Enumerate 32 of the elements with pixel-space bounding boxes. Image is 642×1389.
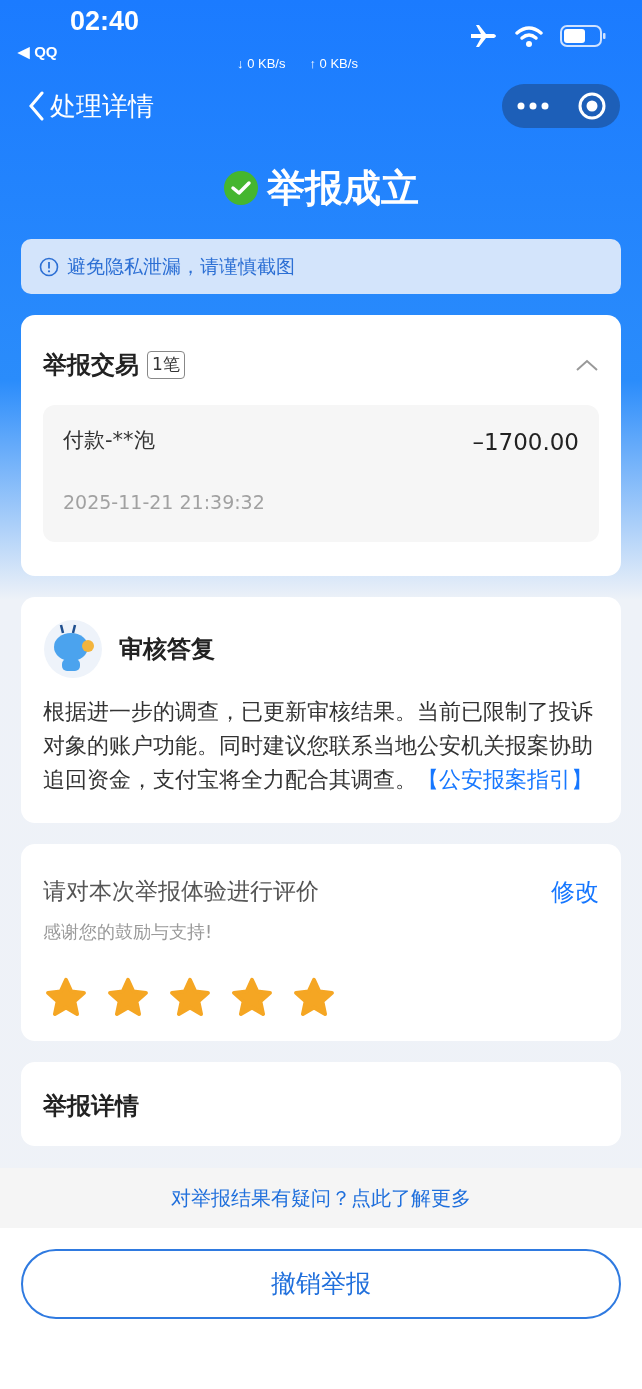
transaction-time: 2025-11-21 21:39:32 — [63, 489, 266, 515]
back-icon[interactable] — [28, 91, 44, 121]
wifi-icon — [514, 24, 544, 48]
card-title: 举报交易 — [43, 350, 139, 381]
rating-title: 请对本次举报体验进行评价 — [43, 877, 319, 906]
more-icon[interactable] — [515, 101, 550, 111]
count-tag: 1笔 — [147, 351, 185, 379]
transaction-name: 付款-**泡 — [63, 427, 155, 454]
card-title: 举报详情 — [43, 1091, 140, 1122]
status-time: 02:40 — [70, 8, 140, 35]
close-icon[interactable] — [576, 91, 607, 121]
robot-avatar-icon — [43, 619, 103, 679]
cancel-report-button[interactable]: 撤销举报 — [21, 1249, 621, 1319]
capsule-menu[interactable] — [502, 84, 620, 128]
transaction-item[interactable]: 付款-**泡 –1700.00 2025-11-21 21:39:32 — [43, 405, 599, 542]
download-speed: ↓ 0 KB/s — [237, 56, 286, 71]
review-text: 根据进一步的调查，已更新审核结果。当前已限制了投诉对象的账户功能。同时建议您联系当地公安机关报案协助追回资金，支付宝将全力配合其调查。【公安报案指引】 — [43, 698, 594, 794]
battery-icon — [560, 24, 606, 48]
police-guide-link[interactable]: 【公安报案指引】 — [417, 767, 593, 792]
rating-subtitle: 感谢您的鼓励与支持! — [43, 920, 214, 944]
chevron-icon[interactable] — [575, 358, 599, 372]
edit-link[interactable]: 修改 — [551, 874, 599, 910]
card-title: 审核答复 — [119, 634, 215, 665]
check-icon — [223, 170, 259, 206]
result-title: 举报成立 — [267, 164, 419, 212]
back-to-app[interactable]: ◀ QQ — [18, 43, 58, 61]
airplane-icon — [470, 24, 498, 48]
notice-text: 避免隐私泄漏，请谨慎截图 — [67, 254, 295, 280]
page-title: 处理详情 — [50, 89, 154, 123]
upload-speed: ↑ 0 KB/s — [309, 56, 358, 71]
info-icon — [39, 256, 59, 277]
transaction-amount: –1700.00 — [472, 428, 579, 457]
